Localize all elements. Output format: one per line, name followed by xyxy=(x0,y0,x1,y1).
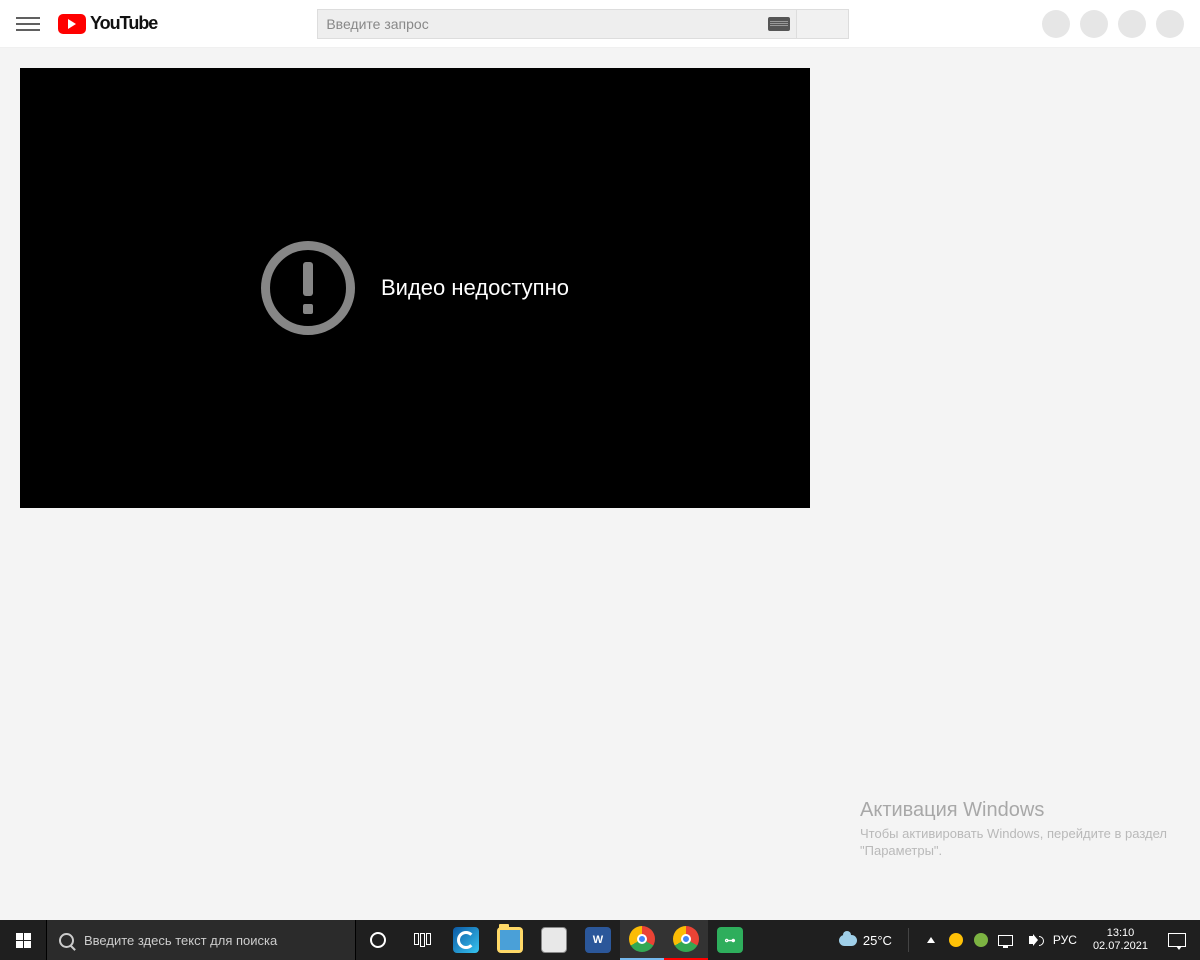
notes-app[interactable] xyxy=(532,920,576,960)
cortana-button[interactable] xyxy=(356,920,400,960)
youtube-header: YouTube Введите запрос xyxy=(0,0,1200,48)
divider xyxy=(908,928,909,952)
key-icon: ⊶ xyxy=(717,927,743,953)
keyboard-icon[interactable] xyxy=(768,17,790,31)
clock[interactable]: 13:10 02.07.2021 xyxy=(1085,927,1156,953)
taskview-button[interactable] xyxy=(400,920,444,960)
weather-temp: 25°C xyxy=(863,933,892,948)
flag-icon xyxy=(949,933,963,947)
header-actions xyxy=(1042,10,1184,38)
display-button[interactable] xyxy=(998,932,1014,948)
cloud-icon xyxy=(839,935,857,946)
speaker-icon xyxy=(1029,936,1033,944)
windows-icon xyxy=(16,933,31,948)
header-placeholder-2[interactable] xyxy=(1080,10,1108,38)
tray-app-1[interactable] xyxy=(948,932,964,948)
watermark-subtitle: Чтобы активировать Windows, перейдите в … xyxy=(860,826,1170,860)
search-button[interactable] xyxy=(797,9,849,39)
watermark-title: Активация Windows xyxy=(860,799,1170,822)
edge-app[interactable] xyxy=(444,920,488,960)
taskview-icon xyxy=(414,933,431,947)
tray-overflow-button[interactable] xyxy=(923,932,939,948)
vpn-app[interactable]: ⊶ xyxy=(708,920,752,960)
avatar[interactable] xyxy=(1156,10,1184,38)
chrome-app-2[interactable] xyxy=(664,920,708,960)
search-input[interactable]: Введите запрос xyxy=(317,9,797,39)
folder-icon xyxy=(497,927,523,953)
search-container: Введите запрос xyxy=(317,9,849,39)
chrome-icon xyxy=(673,926,699,952)
language-indicator[interactable]: РУС xyxy=(1049,933,1081,947)
word-icon: W xyxy=(585,927,611,953)
clock-time: 13:10 xyxy=(1093,927,1148,940)
monitor-icon xyxy=(998,935,1013,946)
youtube-play-icon xyxy=(58,14,86,34)
tray-app-2[interactable] xyxy=(973,932,989,948)
taskbar: Введите здесь текст для поиска W ⊶ 25°C … xyxy=(0,920,1200,960)
shield-icon xyxy=(974,933,988,947)
start-button[interactable] xyxy=(0,920,46,960)
header-placeholder-1[interactable] xyxy=(1042,10,1070,38)
explorer-app[interactable] xyxy=(488,920,532,960)
error-icon xyxy=(261,241,355,335)
youtube-logo[interactable]: YouTube xyxy=(58,13,157,34)
windows-activation-watermark: Активация Windows Чтобы активировать Win… xyxy=(860,799,1170,860)
search-icon xyxy=(59,933,74,948)
chrome-icon xyxy=(629,926,655,952)
notifications-button[interactable] xyxy=(1168,933,1186,947)
video-player[interactable]: Видео недоступно xyxy=(20,68,810,508)
video-unavailable-text: Видео недоступно xyxy=(381,275,569,301)
youtube-logo-text: YouTube xyxy=(90,13,157,34)
taskbar-tray: 25°C РУС 13:10 02.07.2021 xyxy=(831,920,1200,960)
header-placeholder-3[interactable] xyxy=(1118,10,1146,38)
search-placeholder: Введите запрос xyxy=(326,16,428,32)
taskbar-search-placeholder: Введите здесь текст для поиска xyxy=(84,933,277,948)
notes-icon xyxy=(541,927,567,953)
page-body: Видео недоступно Активация Windows Чтобы… xyxy=(0,48,1200,920)
chrome-app-1[interactable] xyxy=(620,920,664,960)
chevron-up-icon xyxy=(927,937,935,943)
volume-button[interactable] xyxy=(1023,932,1039,948)
edge-icon xyxy=(453,927,479,953)
clock-date: 02.07.2021 xyxy=(1093,940,1148,953)
taskbar-search-input[interactable]: Введите здесь текст для поиска xyxy=(46,920,356,960)
cortana-icon xyxy=(370,932,386,948)
word-app[interactable]: W xyxy=(576,920,620,960)
menu-icon[interactable] xyxy=(16,12,40,36)
weather-widget[interactable]: 25°C xyxy=(831,933,900,948)
